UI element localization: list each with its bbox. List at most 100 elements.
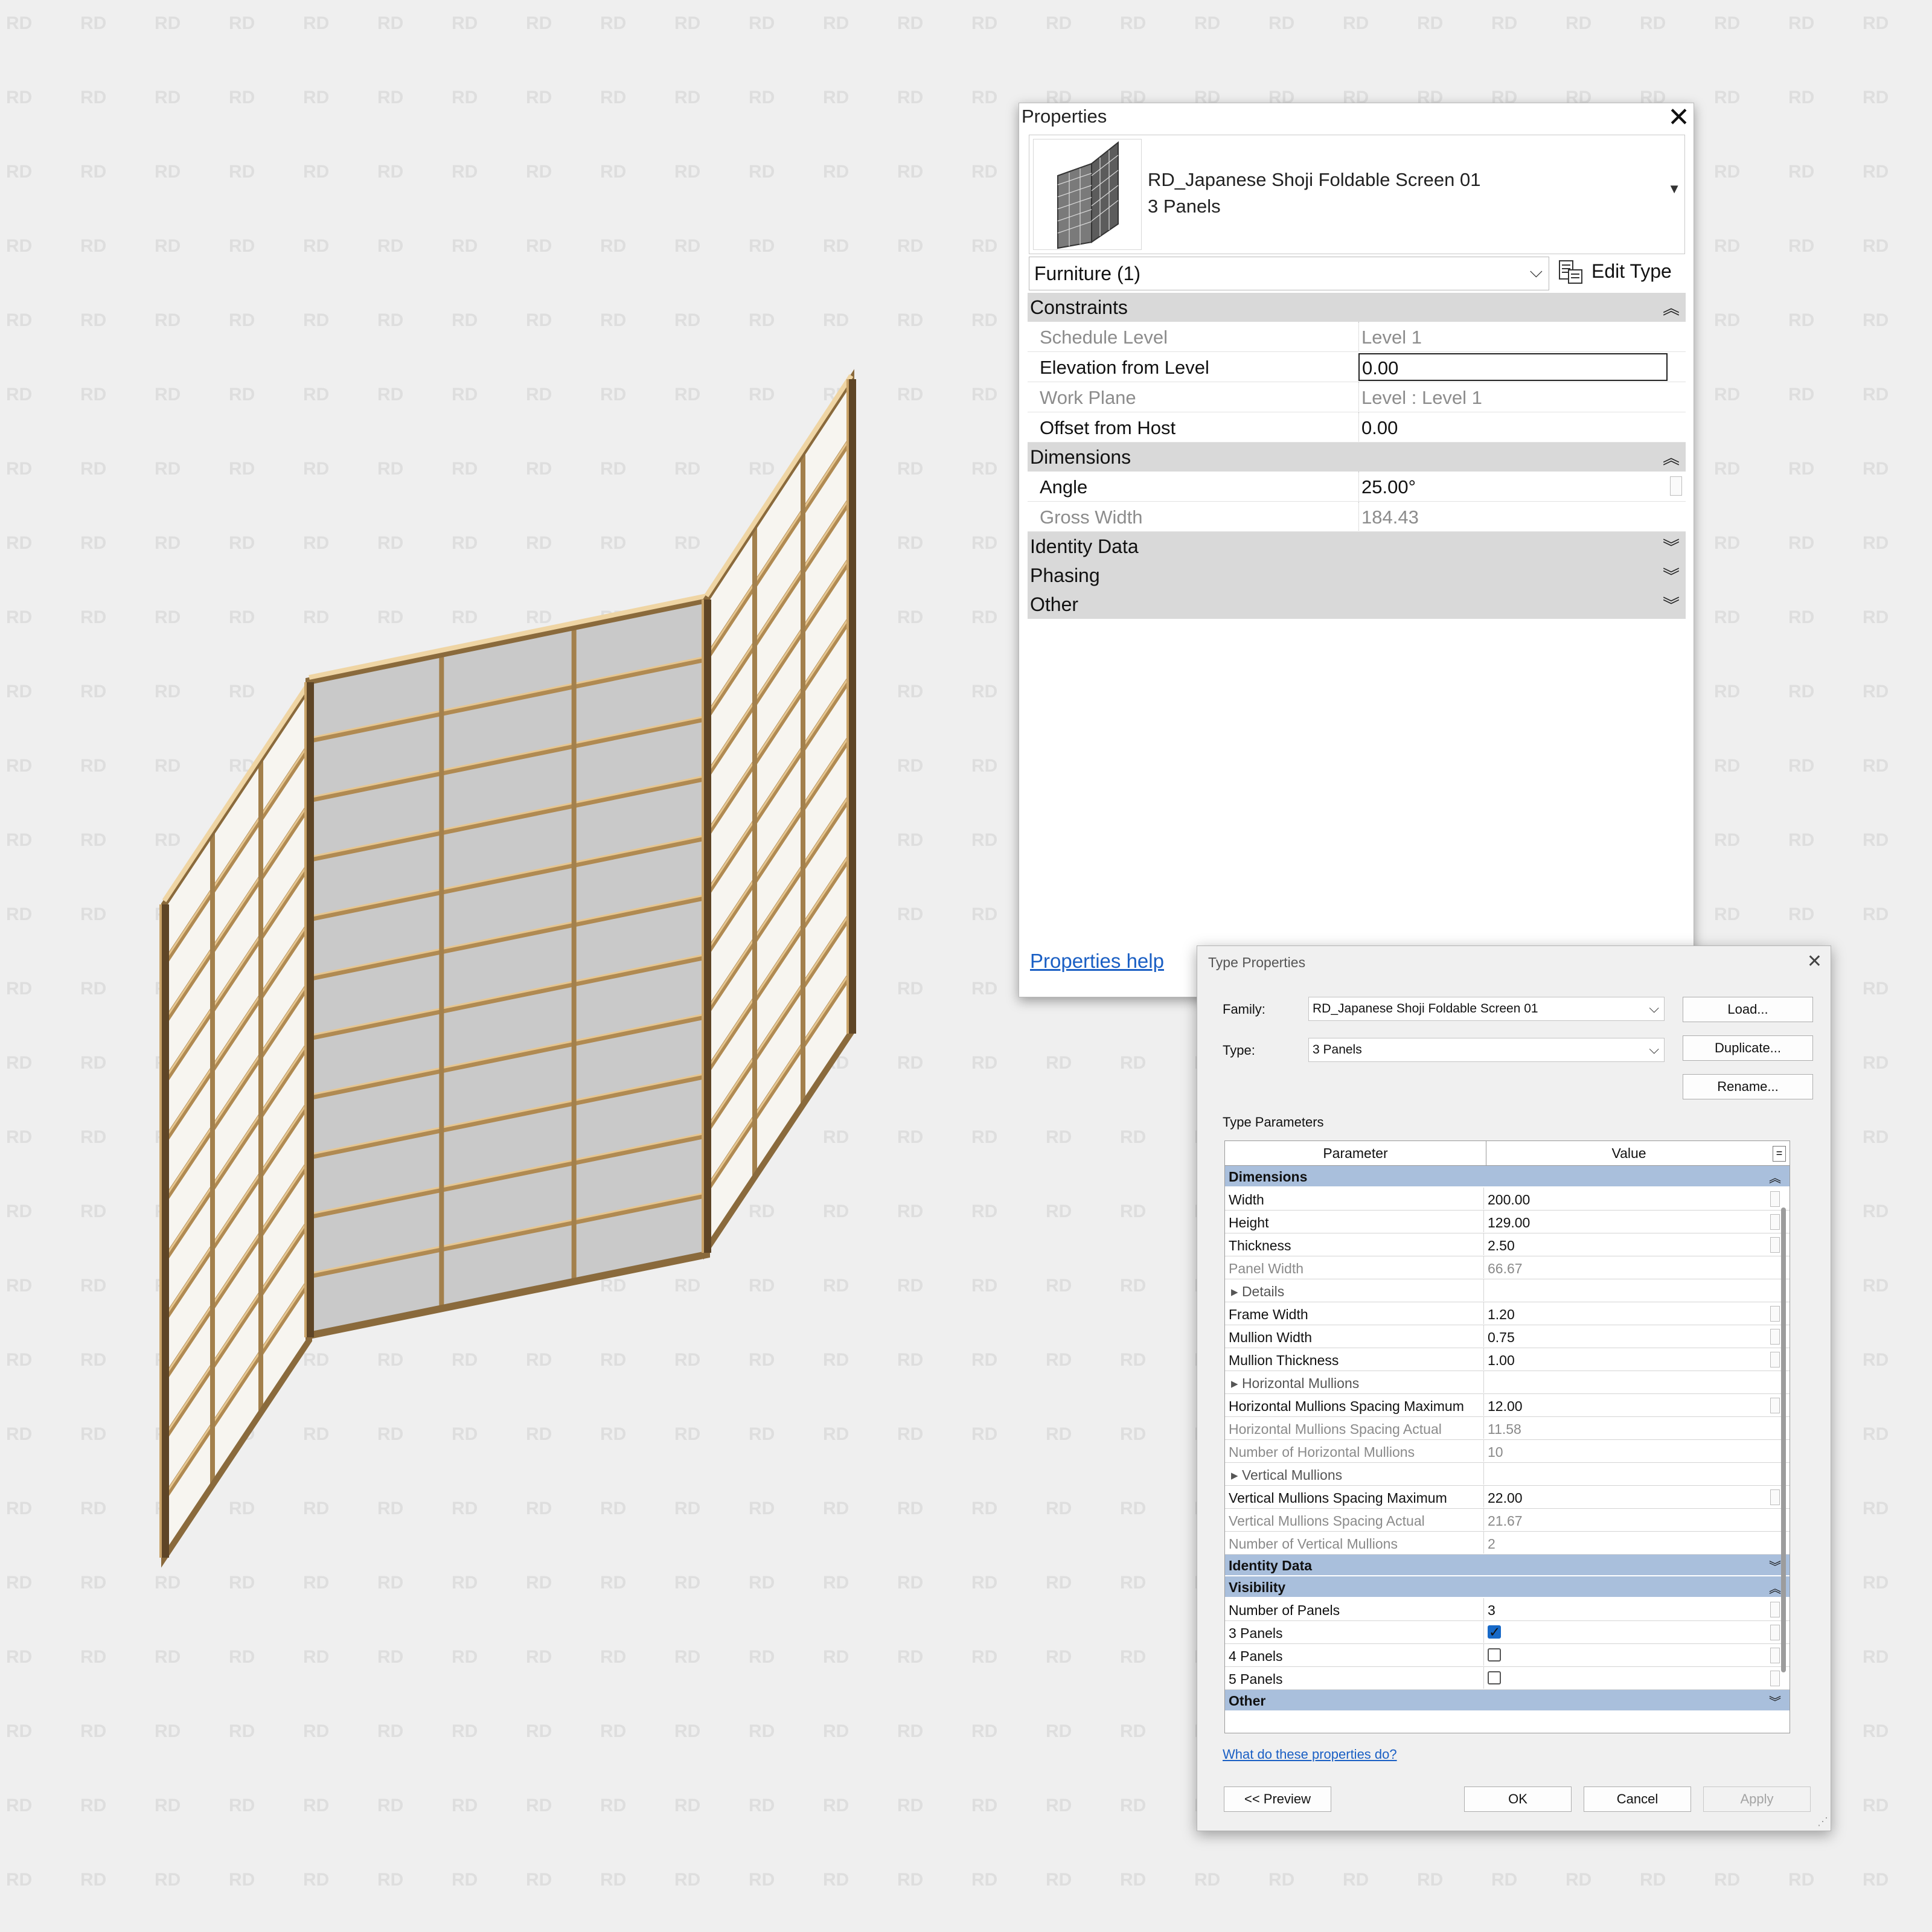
group-label: Dimensions: [1229, 1169, 1308, 1185]
vertical-scrollbar[interactable]: [1781, 1208, 1786, 1672]
associate-parameter-button[interactable]: [1770, 1398, 1780, 1413]
resize-grip-icon[interactable]: ⋰: [1817, 1815, 1828, 1828]
collapse-icon[interactable]: ︽: [1769, 1168, 1781, 1186]
close-icon[interactable]: ✕: [1668, 103, 1690, 132]
associate-parameter-button[interactable]: [1670, 476, 1682, 496]
associate-parameter-button[interactable]: [1770, 1671, 1780, 1686]
param-v-spacing-max[interactable]: Vertical Mullions Spacing Maximum 22.00: [1225, 1486, 1790, 1509]
angle-input[interactable]: 25.00°: [1358, 472, 1668, 501]
param-name: Width: [1229, 1192, 1264, 1208]
param-mullion-width[interactable]: Mullion Width 0.75: [1225, 1325, 1790, 1348]
mullion-width-input[interactable]: 0.75: [1483, 1325, 1773, 1347]
mullion-thickness-input[interactable]: 1.00: [1483, 1348, 1773, 1370]
param-3-panels[interactable]: 3 Panels ✓: [1225, 1621, 1790, 1644]
preview-button[interactable]: << Preview: [1224, 1786, 1331, 1812]
subgroup-vertical-mullions[interactable]: ▸ Vertical Mullions: [1225, 1463, 1790, 1486]
collapse-icon[interactable]: ︽: [1663, 445, 1680, 469]
v-spacing-max-input[interactable]: 22.00: [1483, 1486, 1773, 1508]
rename-button[interactable]: Rename...: [1683, 1074, 1813, 1099]
associate-parameter-button[interactable]: [1770, 1352, 1780, 1367]
cancel-button[interactable]: Cancel: [1584, 1786, 1691, 1812]
associate-parameter-button[interactable]: [1770, 1329, 1780, 1345]
offset-input[interactable]: 0.00: [1358, 412, 1668, 441]
param-value-cell: [1483, 1371, 1773, 1393]
associate-parameter-button[interactable]: [1770, 1214, 1780, 1230]
instance-properties-grid: Constraints ︽ Schedule Level Level 1 Ele…: [1028, 293, 1686, 619]
associate-parameter-button[interactable]: [1770, 1625, 1780, 1640]
family-dropdown[interactable]: RD_Japanese Shoji Foldable Screen 01 ⌵: [1308, 997, 1665, 1021]
group-other[interactable]: Other ︾: [1028, 590, 1686, 619]
group-phasing[interactable]: Phasing ︾: [1028, 561, 1686, 590]
group-dimensions[interactable]: Dimensions ︽: [1225, 1166, 1790, 1188]
subgroup-label: Details: [1241, 1284, 1285, 1299]
associate-parameter-button[interactable]: [1770, 1191, 1780, 1207]
edit-type-button[interactable]: Edit Type: [1558, 255, 1684, 289]
associate-parameter-button[interactable]: [1770, 1648, 1780, 1663]
param-name: Horizontal Mullions Spacing Actual: [1229, 1421, 1442, 1437]
expand-icon[interactable]: ︾: [1663, 592, 1680, 616]
thickness-input[interactable]: 2.50: [1483, 1233, 1773, 1255]
collapse-icon[interactable]: ︽: [1663, 295, 1680, 319]
close-icon[interactable]: ✕: [1807, 951, 1822, 972]
group-identity-data[interactable]: Identity Data ︾: [1028, 532, 1686, 561]
associate-parameter-button[interactable]: [1770, 1237, 1780, 1253]
checkbox-4-panels[interactable]: [1488, 1648, 1501, 1662]
group-constraints[interactable]: Constraints ︽: [1028, 293, 1686, 322]
properties-help-link[interactable]: What do these properties do?: [1223, 1747, 1397, 1762]
associate-parameter-button[interactable]: [1770, 1306, 1780, 1322]
collapse-icon[interactable]: ︽: [1769, 1579, 1781, 1596]
duplicate-button[interactable]: Duplicate...: [1683, 1035, 1813, 1061]
expand-icon[interactable]: ︾: [1769, 1692, 1781, 1710]
param-elevation-from-level[interactable]: Elevation from Level 0.00: [1028, 352, 1686, 382]
param-frame-width[interactable]: Frame Width 1.20: [1225, 1302, 1790, 1325]
param-width[interactable]: Width 200.00: [1225, 1188, 1790, 1211]
number-of-panels-input[interactable]: 3: [1483, 1598, 1773, 1620]
param-4-panels[interactable]: 4 Panels: [1225, 1644, 1790, 1667]
subgroup-details[interactable]: ▸ Details: [1225, 1279, 1790, 1302]
properties-titlebar[interactable]: Properties ✕: [1019, 103, 1694, 132]
checkbox-5-panels[interactable]: [1488, 1671, 1501, 1684]
param-h-spacing-max[interactable]: Horizontal Mullions Spacing Maximum 12.0…: [1225, 1394, 1790, 1417]
param-height[interactable]: Height 129.00: [1225, 1211, 1790, 1233]
param-number-of-panels[interactable]: Number of Panels 3: [1225, 1598, 1790, 1621]
group-identity-data[interactable]: Identity Data ︾: [1225, 1555, 1790, 1576]
param-angle[interactable]: Angle 25.00°: [1028, 472, 1686, 502]
param-value: 2: [1488, 1536, 1495, 1552]
width-input[interactable]: 200.00: [1483, 1188, 1773, 1209]
group-visibility[interactable]: Visibility ︽: [1225, 1576, 1790, 1598]
expand-icon[interactable]: ︾: [1769, 1557, 1781, 1575]
h-spacing-max-input[interactable]: 12.00: [1483, 1394, 1773, 1416]
ok-button[interactable]: OK: [1464, 1786, 1572, 1812]
properties-help-link[interactable]: Properties help: [1030, 950, 1164, 973]
expand-icon[interactable]: ︾: [1663, 563, 1680, 587]
expand-icon[interactable]: ︾: [1663, 534, 1680, 558]
param-value-cell: [1483, 1644, 1773, 1666]
chevron-down-icon[interactable]: ▼: [1668, 181, 1681, 197]
param-thickness[interactable]: Thickness 2.50: [1225, 1233, 1790, 1256]
type-name: 3 Panels: [1148, 196, 1221, 217]
param-name: Elevation from Level: [1040, 357, 1209, 378]
family-value: RD_Japanese Shoji Foldable Screen 01: [1313, 1002, 1538, 1016]
group-other[interactable]: Other ︾: [1225, 1690, 1790, 1712]
height-input[interactable]: 129.00: [1483, 1211, 1773, 1232]
type-selector[interactable]: RD_Japanese Shoji Foldable Screen 01 3 P…: [1029, 135, 1685, 254]
param-5-panels[interactable]: 5 Panels: [1225, 1667, 1790, 1690]
column-header-equals: =: [1773, 1146, 1786, 1162]
column-header-parameter[interactable]: Parameter: [1225, 1141, 1486, 1165]
associate-parameter-button[interactable]: [1770, 1489, 1780, 1505]
param-value: 129.00: [1488, 1215, 1531, 1230]
group-dimensions[interactable]: Dimensions ︽: [1028, 443, 1686, 472]
type-dropdown[interactable]: 3 Panels ⌵: [1308, 1038, 1665, 1062]
param-offset-from-host[interactable]: Offset from Host 0.00: [1028, 412, 1686, 443]
column-header-value[interactable]: Value: [1486, 1141, 1771, 1165]
frame-width-input[interactable]: 1.20: [1483, 1302, 1773, 1324]
load-button[interactable]: Load...: [1683, 997, 1813, 1022]
elevation-input[interactable]: 0.00: [1358, 353, 1668, 381]
param-mullion-thickness[interactable]: Mullion Thickness 1.00: [1225, 1348, 1790, 1371]
associate-parameter-button[interactable]: [1770, 1602, 1780, 1617]
instance-filter-dropdown[interactable]: Furniture (1) ⌵: [1029, 257, 1549, 290]
checkbox-3-panels[interactable]: ✓: [1488, 1625, 1501, 1639]
param-name: Gross Width: [1040, 507, 1143, 528]
subgroup-horizontal-mullions[interactable]: ▸ Horizontal Mullions: [1225, 1371, 1790, 1394]
param-name: Thickness: [1229, 1238, 1291, 1253]
